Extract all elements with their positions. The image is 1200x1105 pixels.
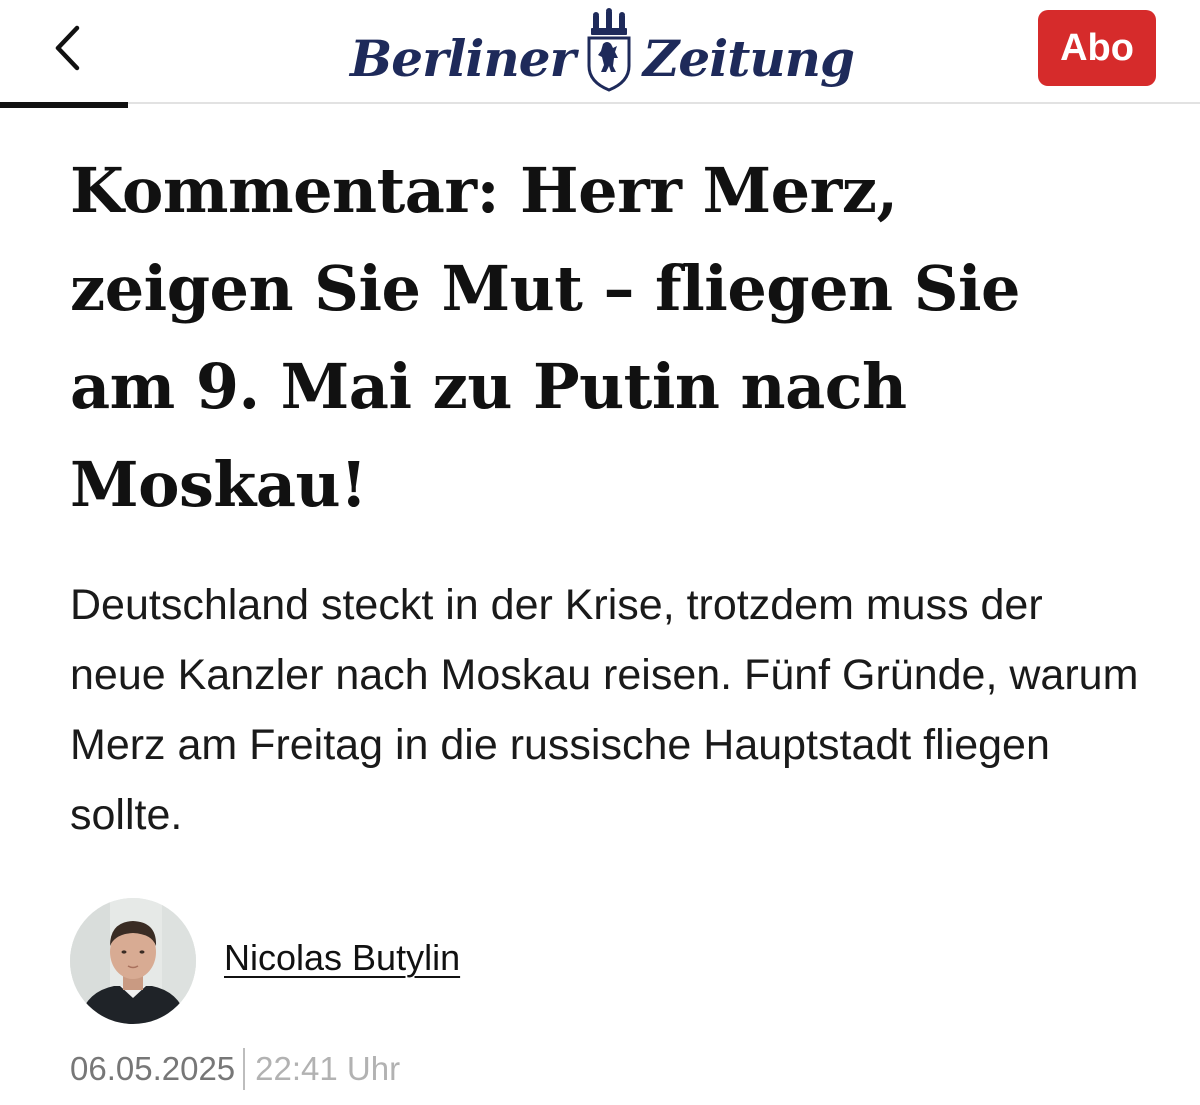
author-avatar[interactable] (70, 898, 196, 1024)
article-teaser: Deutschland steckt in der Krise, trotzde… (70, 581, 1139, 839)
article-headline: Kommentar: Herr Merz, zeigen Sie Mut – f… (70, 154, 1021, 521)
author-name-link[interactable]: Nicolas Butylin (224, 936, 460, 980)
back-button[interactable] (44, 18, 92, 78)
top-bar: Berliner Zeitung Abo (0, 0, 1200, 104)
author-photo (70, 898, 196, 1024)
article-meta: 06.05.2025 22:41 Uhr (70, 1046, 400, 1092)
header-underline (0, 102, 128, 108)
berliner-zeitung-logo[interactable]: Berliner Zeitung (350, 6, 855, 92)
publish-time: 22:41 Uhr (255, 1050, 401, 1087)
chevron-left-icon (55, 25, 80, 71)
logo-word-zeitung: Zeitung (642, 29, 855, 88)
meta-divider (243, 1048, 246, 1090)
logo-word-berliner: Berliner (350, 29, 576, 88)
berlin-bear-crest-icon (581, 8, 637, 92)
publish-date: 06.05.2025 (70, 1050, 236, 1087)
abo-button[interactable]: Abo (1038, 10, 1156, 86)
